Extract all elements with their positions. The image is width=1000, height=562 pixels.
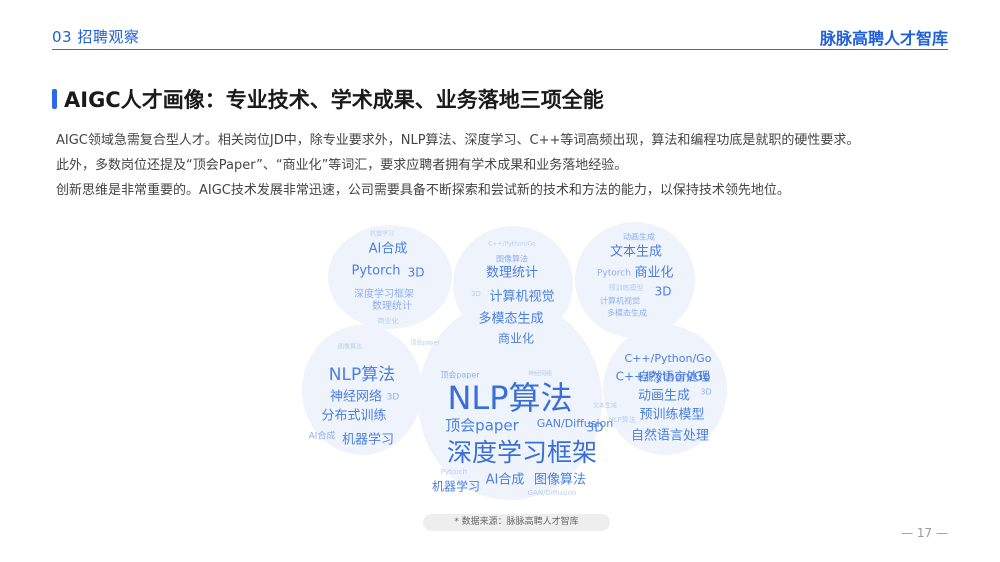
word-cloud-term: 预训练模型 bbox=[609, 283, 644, 292]
word-cloud-term: 顶会paper bbox=[410, 339, 440, 347]
word-cloud-canvas: AI合成Pytorch 3D深度学习框架数理统计商业化机器学习图像算法数理统计计算… bbox=[302, 222, 727, 500]
word-cloud-term: 图像算法 bbox=[534, 473, 586, 488]
word-cloud-term: 数理统计 bbox=[372, 299, 412, 312]
word-cloud-term: 文本生成 bbox=[610, 245, 662, 260]
word-cloud-term: 3D bbox=[408, 266, 425, 280]
brand-name: 脉脉高聘人才智库 bbox=[819, 29, 948, 48]
word-cloud-term: Pytorch bbox=[351, 264, 400, 279]
word-cloud-term: 顶会paper bbox=[445, 417, 519, 435]
word-cloud-term: 分布式训练 bbox=[321, 409, 386, 424]
word-cloud-term: 多模态生成 bbox=[478, 311, 543, 327]
word-cloud-term: 图像算法 bbox=[496, 254, 528, 264]
word-cloud-term: Pytorch bbox=[441, 468, 467, 476]
word-cloud-term: 顶会paper bbox=[440, 370, 480, 380]
word-cloud-term: 3D bbox=[587, 421, 604, 435]
word-cloud-term: NLP算法 bbox=[447, 379, 572, 417]
word-cloud-term: 动画生成 bbox=[638, 389, 690, 404]
word-cloud-term: C++/Python/Go bbox=[488, 241, 536, 248]
word-cloud-term: 图像算法 bbox=[338, 343, 362, 351]
word-cloud-term: 3D bbox=[655, 285, 672, 299]
word-cloud-term: 神经网络 bbox=[330, 389, 382, 405]
title-accent-bar bbox=[52, 89, 57, 109]
word-cloud-term: 计算机视觉 bbox=[489, 290, 554, 305]
word-cloud-term: 计算机视觉 bbox=[600, 296, 640, 306]
word-cloud-term: AI合成 bbox=[309, 430, 336, 442]
word-cloud-term: 商业化 bbox=[378, 316, 399, 325]
word-cloud-term: 自然语言处理 bbox=[631, 428, 709, 444]
word-cloud-term: 机器学习 bbox=[342, 432, 394, 448]
word-cloud-term: 多模态生成 bbox=[607, 308, 647, 318]
word-cloud: AI合成 Pytorch 3D 深度学习框架 数理统计 商业化 机器学习 图像算法 数理统计 计算… bbox=[300, 222, 730, 504]
word-cloud-term: Pytorch bbox=[597, 269, 631, 279]
word-cloud-term: AI合成 bbox=[486, 473, 525, 488]
word-cloud-term: 文本生成 bbox=[593, 402, 617, 410]
page-number: — 17 — bbox=[901, 526, 948, 540]
page-header: 03 招聘观察 脉脉高聘人才智库 bbox=[0, 0, 1000, 56]
word-cloud-term: 商业化 bbox=[498, 331, 534, 346]
word-cloud-term: AI合成 bbox=[369, 242, 408, 257]
source-note: * 数据来源：脉脉高聘人才智库 bbox=[423, 514, 610, 531]
word-cloud-term: 预训练模型 bbox=[639, 408, 704, 423]
word-cloud-term: 深度学习框架 bbox=[354, 287, 414, 300]
word-cloud-term: 3D bbox=[387, 393, 400, 403]
body-line: 此外，多数岗位还提及“顶会Paper”、“商业化”等词汇，要求应聘者拥有学术成果… bbox=[56, 158, 628, 173]
word-cloud-term: GAN/Diffusion bbox=[528, 489, 577, 497]
header-divider bbox=[52, 49, 948, 50]
word-cloud-term: 深度学习框架 bbox=[447, 438, 597, 467]
word-cloud-term: 机器学习 bbox=[432, 479, 480, 494]
word-cloud-term: 3D bbox=[471, 290, 481, 298]
page-title: AIGC人才画像：专业技术、学术成果、业务落地三项全能 bbox=[64, 88, 604, 112]
word-cloud-term: 商业化 bbox=[634, 266, 673, 281]
word-cloud-term: 3D bbox=[700, 388, 711, 397]
word-cloud-term: NLP算法 bbox=[329, 365, 395, 385]
word-cloud-term: NLP算法 bbox=[608, 415, 635, 424]
body-line: AIGC领域急需复合型人才。相关岗位JD中，除专业要求外，NLP算法、深度学习、… bbox=[56, 133, 860, 148]
word-cloud-term: C++/Python/Go bbox=[625, 352, 712, 365]
body-line: 创新思维是非常重要的。AIGC技术发展非常迅速，公司需要具备不断探索和尝试新的技… bbox=[56, 183, 790, 198]
word-cloud-term: 神经网络 bbox=[528, 370, 552, 378]
source-text: * 数据来源：脉脉高聘人才智库 bbox=[454, 517, 579, 527]
word-cloud-term: 自然语言处理 bbox=[638, 369, 710, 384]
word-cloud-term: 机器学习 bbox=[370, 230, 394, 238]
word-cloud-term: 数理统计 bbox=[486, 266, 538, 281]
body-text: AIGC领域急需复合型人才。相关岗位JD中，除专业要求外，NLP算法、深度学习、… bbox=[56, 128, 956, 203]
section-label: 03 招聘观察 bbox=[52, 28, 140, 46]
word-cloud-term: 动画生成 bbox=[623, 232, 655, 242]
